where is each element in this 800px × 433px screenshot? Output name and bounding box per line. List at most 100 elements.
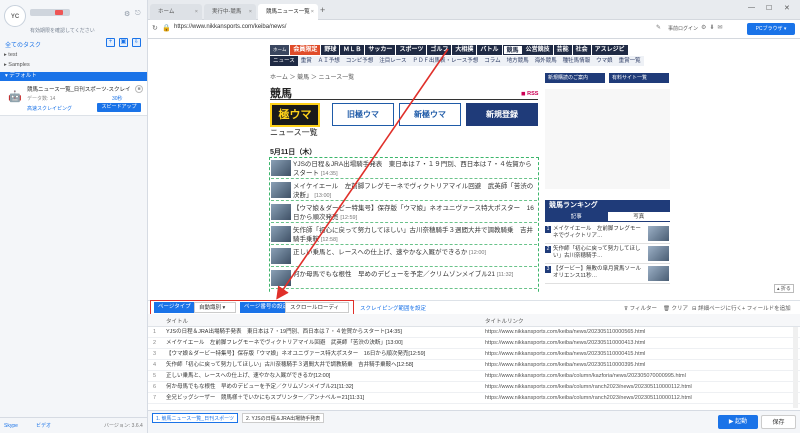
new-gokuuma-button[interactable]: 新極ウマ bbox=[399, 103, 461, 126]
close-icon[interactable]: × bbox=[311, 4, 314, 20]
list-item[interactable]: 正しい乗馬と、レースへの仕上げ、速やかな入厩ができるか [12:00] bbox=[271, 246, 537, 267]
task-item[interactable]: 🤖 競馬ニュース一覧_日刊スポーツ-スクレイ… ■ データ数: 14 30秒 高… bbox=[0, 81, 147, 116]
speed-up-button[interactable]: スピードアップ bbox=[97, 103, 141, 112]
new-tab-icon[interactable]: + bbox=[320, 5, 325, 15]
column-title[interactable]: タイトル bbox=[166, 317, 188, 325]
detail-page-button[interactable]: ⊟ 詳細ページに行く bbox=[692, 304, 742, 312]
list-item[interactable]: 何か母馬でもな根性 早めのデビューを予定／クリムゾンメイブル21 [11:32] bbox=[271, 268, 537, 289]
nav-baseball[interactable]: 野球 bbox=[321, 45, 341, 55]
tree-folder-default[interactable]: ▾ デフォルト bbox=[0, 72, 147, 81]
nav-public-race[interactable]: 公営競技 bbox=[522, 45, 554, 55]
list-item[interactable]: 【ウマ娘＆ダービー特集号】保存版「ウマ娘」ネオユニヴァース特大ポスター 16日か… bbox=[271, 202, 537, 223]
stop-icon[interactable]: ■ bbox=[135, 85, 143, 93]
run-button[interactable]: ▶ 起動 bbox=[718, 415, 758, 429]
video-link[interactable]: ビデオ bbox=[36, 418, 51, 433]
table-row[interactable]: 2 メイケイエール 左前脚フレグモーネでヴィクトリアマイル回避 武英師「苦渋の決断… bbox=[148, 338, 800, 349]
filter-button[interactable]: ⊽ フィルター bbox=[624, 304, 657, 312]
tab-articles[interactable]: 記事 bbox=[545, 212, 608, 221]
browser-tab-home[interactable]: ホーム × bbox=[150, 4, 202, 20]
ranking-item[interactable]: 2 矢作師「初心に戻って努力してほしい」古川奈穂騎手… bbox=[545, 245, 670, 264]
browser-tool-icons[interactable]: ⚙⬇✉ bbox=[701, 24, 725, 31]
ranking-item[interactable]: 3 【ダービー】無敗の皐月賞馬ソールオリエンス11秒… bbox=[545, 265, 670, 284]
import-icon[interactable]: ⇩ bbox=[132, 38, 141, 47]
step-tab-2[interactable]: 2. YJSの日程＆JRA出場騎手発表 bbox=[242, 413, 325, 423]
fold-button[interactable]: ▴ 折る bbox=[774, 284, 794, 293]
url-field[interactable]: https://www.nikkansports.com/keiba/news/ bbox=[174, 24, 286, 30]
close-icon[interactable]: × bbox=[195, 4, 198, 20]
breadcrumb[interactable]: ホーム ＞ 競馬 ＞ ニュース一覧 bbox=[270, 72, 354, 81]
rss-link[interactable]: ◼ RSS bbox=[521, 91, 538, 97]
nav-members[interactable]: 会員限定 bbox=[290, 45, 322, 55]
help-link[interactable]: Skype bbox=[4, 418, 18, 433]
add-field-button[interactable]: + フィールドを追加 bbox=[742, 304, 791, 312]
close-window-icon[interactable]: ✕ bbox=[784, 4, 790, 12]
cell-link: https://www.nikkansports.com/keiba/colum… bbox=[485, 395, 692, 401]
gear-icon[interactable]: ⚙ bbox=[124, 10, 130, 18]
new-folder-icon[interactable]: + bbox=[106, 38, 115, 47]
subnav-item[interactable]: ＡＩ予想 bbox=[315, 56, 343, 66]
edit-icon[interactable]: ✎ bbox=[656, 24, 661, 31]
nav-keiba[interactable]: 競馬 bbox=[502, 45, 523, 55]
browser-tab-running[interactable]: 実行中-競馬 × bbox=[204, 4, 256, 20]
subnav-item[interactable]: ＰＤＦ出馬表・レース予想 bbox=[410, 56, 482, 66]
subnav-item[interactable]: 海外競馬 bbox=[532, 56, 560, 66]
minimize-icon[interactable]: — bbox=[748, 4, 755, 11]
subnav-item[interactable]: コンピ予想 bbox=[343, 56, 377, 66]
nav-sumo[interactable]: 大相撲 bbox=[452, 45, 478, 55]
logout-icon[interactable]: ⎋ bbox=[135, 10, 141, 18]
nav-mlb[interactable]: ＭＬＢ bbox=[340, 45, 366, 55]
subnav-item[interactable]: 重賞 bbox=[298, 56, 315, 66]
nav-geino[interactable]: 芸能 bbox=[553, 45, 573, 55]
auto-detect-select[interactable]: 自動識別 ▾ bbox=[194, 302, 236, 313]
new-task-icon[interactable]: ▣ bbox=[119, 38, 128, 47]
all-tasks-title[interactable]: 全てのタスク bbox=[5, 40, 41, 49]
browser-tab-keiba[interactable]: 競馬ニュース一覧 × bbox=[258, 4, 318, 20]
list-item[interactable]: メイケイエール 左前脚フレグモーネでヴィクトリアマイル回避 武英師「苦渋の決断」… bbox=[271, 180, 537, 201]
column-link[interactable]: タイトルリンク bbox=[485, 317, 524, 325]
gokuuma-logo[interactable]: 極ウマ bbox=[270, 103, 320, 127]
table-row[interactable]: 7 全兄ビッグシーザー 競馬様＋でいかにもスプリンター／アンナベル＝21[11:3… bbox=[148, 393, 800, 404]
save-button[interactable]: 保存 bbox=[761, 415, 796, 429]
tab-photos[interactable]: 写真 bbox=[608, 212, 671, 221]
register-button[interactable]: 新規登録 bbox=[466, 103, 538, 126]
nav-asregi[interactable]: アスレジビ bbox=[591, 45, 629, 55]
tree-folder-samples[interactable]: ▸ Samples bbox=[4, 62, 30, 68]
subnav-item[interactable]: 重賞一覧 bbox=[616, 56, 644, 66]
nav-home[interactable]: ホーム bbox=[270, 45, 291, 55]
maximize-icon[interactable]: ☐ bbox=[766, 4, 772, 12]
scraping-range-link[interactable]: スクレイピング範囲を設定 bbox=[360, 304, 426, 312]
pre-login-button[interactable]: 事前ログイン bbox=[668, 25, 698, 32]
subnav-item[interactable]: 種牡馬情報 bbox=[560, 56, 594, 66]
old-gokuuma-button[interactable]: 旧極ウマ bbox=[332, 103, 394, 126]
nav-golf[interactable]: ゴルフ bbox=[427, 45, 453, 55]
close-icon[interactable]: × bbox=[249, 4, 252, 20]
subnav-news[interactable]: ニュース bbox=[270, 56, 298, 66]
nav-battle[interactable]: バトル bbox=[477, 45, 503, 55]
step-tab-1[interactable]: 1. 競馬ニュース一覧_日刊スポーツ bbox=[152, 413, 238, 423]
subnav-item[interactable]: 地方競馬 bbox=[504, 56, 532, 66]
nav-soccer[interactable]: サッカー bbox=[365, 45, 397, 55]
table-scrollbar[interactable] bbox=[793, 327, 798, 408]
reload-icon[interactable]: ↻ bbox=[152, 24, 158, 32]
scroll-load-select[interactable]: スクロールローディン ▾ bbox=[285, 302, 349, 322]
nav-society[interactable]: 社会 bbox=[572, 45, 592, 55]
subnav-item[interactable]: ウマ娘 bbox=[593, 56, 616, 66]
table-row[interactable]: 1 YJSの日程＆JRA出場騎手発表 東日本は７・19門別、西日本は７・４佐賀から… bbox=[148, 327, 800, 338]
subnav-item[interactable]: コラム bbox=[481, 56, 503, 66]
table-row[interactable]: 5 正しい乗馬と、レースへの仕上げ、速やかな入厩ができるか[12:00] https… bbox=[148, 371, 800, 382]
paid-sites-button[interactable]: 有料サイト一覧 bbox=[609, 73, 669, 83]
nav-sports[interactable]: スポーツ bbox=[396, 45, 428, 55]
ranking-item[interactable]: 1 メイケイエール 左前脚フレグモーネでヴィクトリア… bbox=[545, 225, 670, 244]
clear-button[interactable]: 🗑 クリア bbox=[663, 304, 688, 312]
subnav-item[interactable]: 注目レース bbox=[376, 56, 409, 66]
table-row[interactable]: 4 矢作師「初心に戻って努力してほしい」古川奈穂騎手３週間大井で調教騎乗 吉井騎手… bbox=[148, 360, 800, 371]
subscribe-guide-button[interactable]: 新規購読のご案内 bbox=[545, 73, 605, 83]
user-subscription[interactable]: 有効期限を確認してください bbox=[30, 27, 95, 34]
page-type-button[interactable]: ページタイプ bbox=[154, 302, 195, 313]
table-row[interactable]: 6 何か母馬でもな根性 早めのデビューを予定／クリムゾンメイブル21[11:32]… bbox=[148, 382, 800, 393]
tree-folder-test[interactable]: ▸ test bbox=[4, 52, 17, 58]
pc-browser-button[interactable]: PCブラウザ ▾ bbox=[747, 23, 795, 35]
table-row[interactable]: 3 【ウマ娘＆ダービー特集号】保存版「ウマ娘」ネオユニヴァース特大ポスター 16日… bbox=[148, 349, 800, 360]
list-item[interactable]: YJSの日程＆JRA出場騎手発表 東日本は７・１９門別、西日本は７・４佐賀からス… bbox=[271, 158, 537, 179]
list-item[interactable]: 矢作師「初心に戻って努力してほしい」古川奈穂騎手３週間大井で調教騎乗 吉井騎手乗… bbox=[271, 224, 537, 245]
